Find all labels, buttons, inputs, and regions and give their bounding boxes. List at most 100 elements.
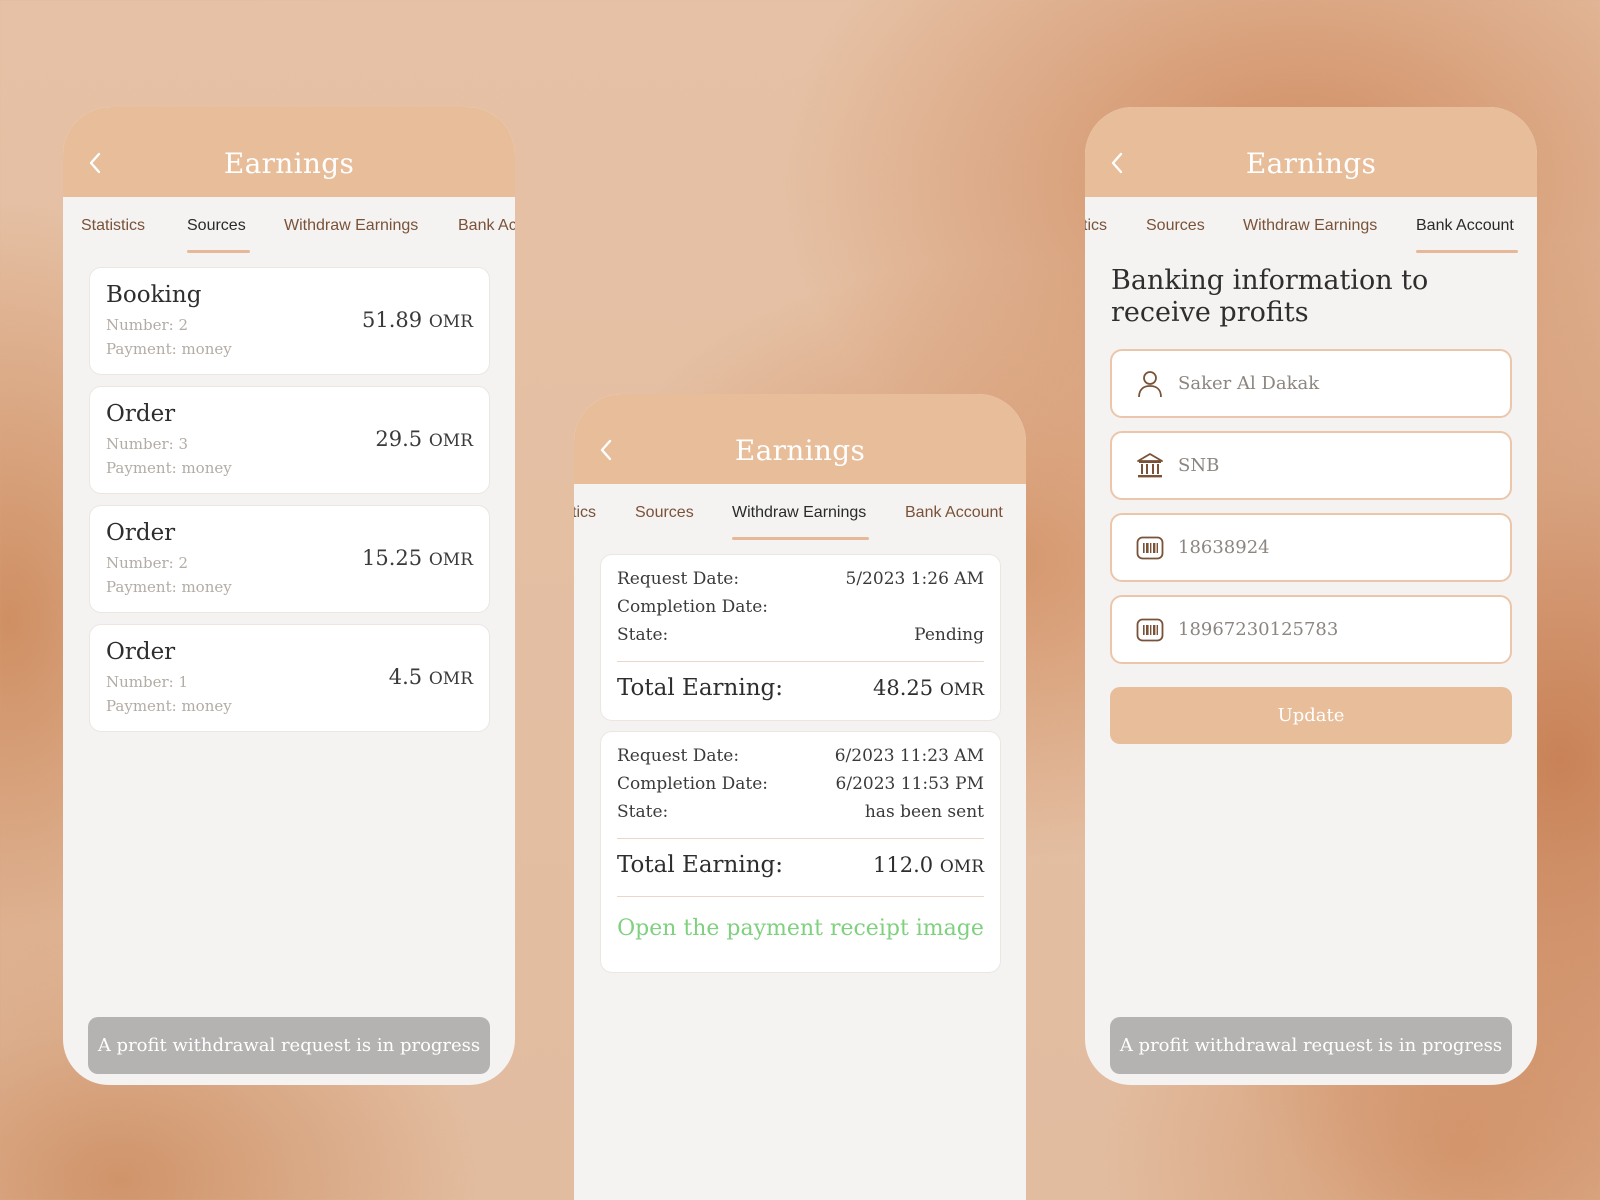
withdraw-request-card: Request Date: 5/2023 1:26 AM Completion … [600,554,1001,721]
app-header: Earnings [1085,107,1537,197]
source-number: Number: 2 [106,554,189,572]
source-amount: 29.5 OMR [375,427,473,451]
state-row: State: Pending [617,625,984,645]
account-holder-input[interactable] [1178,373,1478,394]
tab-statistics[interactable]: Statistics [81,217,145,235]
amount-value: 112.0 [873,853,934,877]
amount-value: 15.25 [362,546,423,570]
total-earning-amount: 48.25 OMR [873,676,984,700]
source-number: Number: 1 [106,673,189,691]
source-number: Number: 3 [106,435,189,453]
total-earning-row: Total Earning: 48.25 OMR [617,675,984,701]
source-amount: 51.89 OMR [362,308,473,332]
phone-sources-screen: Earnings Statistics Sources Withdraw Ear… [63,107,515,1085]
bank-building-icon [1136,452,1164,480]
tab-statistics[interactable]: tics [1085,217,1107,235]
total-earning-label: Total Earning: [617,852,783,878]
source-type: Order [106,639,176,665]
completion-date-row: Completion Date: [617,597,984,617]
state-value: Pending [914,625,984,645]
total-earning-amount: 112.0 OMR [873,853,984,877]
account-number-field[interactable] [1110,513,1512,582]
tab-withdraw-earnings[interactable]: Withdraw Earnings [284,217,418,235]
open-receipt-link[interactable]: Open the payment receipt image [601,916,1000,941]
amount-currency: OMR [939,680,984,700]
page-title: Earnings [1245,147,1377,180]
tab-sources[interactable]: Sources [635,504,694,522]
request-date-label: Request Date: [617,569,740,589]
list-item[interactable]: Order Number: 1 Payment: money 4.5 OMR [89,624,490,732]
bank-info-heading: Banking information to receive profits [1111,265,1429,328]
source-type: Booking [106,282,202,308]
amount-value: 48.25 [873,676,934,700]
tab-withdraw-earnings[interactable]: Withdraw Earnings [1243,217,1377,235]
active-tab-indicator [1416,250,1518,253]
amount-currency: OMR [939,857,984,877]
total-earning-label: Total Earning: [617,675,783,701]
state-label: State: [617,802,669,822]
divider [617,838,984,839]
total-earning-row: Total Earning: 112.0 OMR [617,852,984,878]
user-icon [1136,370,1164,398]
tab-bar: tics Sources Withdraw Earnings Bank Acco… [1085,197,1537,255]
list-item[interactable]: Order Number: 2 Payment: money 15.25 OMR [89,505,490,613]
amount-currency: OMR [428,550,473,570]
update-button[interactable]: Update [1110,687,1512,744]
account-number-input[interactable] [1178,537,1478,558]
barcode-card-icon [1136,534,1164,562]
page-title: Earnings [734,434,866,467]
active-tab-indicator [187,250,250,253]
tab-bank-account[interactable]: Bank Ac [458,217,515,235]
completion-date-label: Completion Date: [617,774,768,794]
source-payment: Payment: money [106,459,232,477]
source-payment: Payment: money [106,578,232,596]
source-amount: 15.25 OMR [362,546,473,570]
source-amount: 4.5 OMR [389,665,473,689]
tab-withdraw-earnings[interactable]: Withdraw Earnings [732,504,866,522]
completion-date-label: Completion Date: [617,597,768,617]
withdrawal-in-progress-button[interactable]: A profit withdrawal request is in progre… [88,1017,490,1074]
state-row: State: has been sent [617,802,984,822]
withdrawal-in-progress-button[interactable]: A profit withdrawal request is in progre… [1110,1017,1512,1074]
request-date-label: Request Date: [617,746,740,766]
tab-sources[interactable]: Sources [1146,217,1205,235]
list-item[interactable]: Booking Number: 2 Payment: money 51.89 O… [89,267,490,375]
tab-bank-account[interactable]: Bank Account [905,504,1003,522]
active-tab-indicator [732,537,869,540]
barcode-card-icon [1136,616,1164,644]
list-item[interactable]: Order Number: 3 Payment: money 29.5 OMR [89,386,490,494]
source-type: Order [106,520,176,546]
tab-bank-account[interactable]: Bank Account [1416,217,1514,235]
app-header: Earnings [63,107,515,197]
request-date-value: 6/2023 11:23 AM [834,746,984,766]
tab-bar: tics Sources Withdraw Earnings Bank Acco… [574,484,1026,542]
amount-value: 51.89 [362,308,423,332]
source-type: Order [106,401,176,427]
iban-input[interactable] [1178,619,1478,640]
source-payment: Payment: money [106,697,232,715]
account-holder-field[interactable] [1110,349,1512,418]
amount-currency: OMR [428,669,473,689]
iban-field[interactable] [1110,595,1512,664]
page-title: Earnings [223,147,355,180]
request-date-value: 5/2023 1:26 AM [845,569,984,589]
phone-bank-screen: Earnings tics Sources Withdraw Earnings … [1085,107,1537,1085]
app-header: Earnings [574,394,1026,484]
tab-sources[interactable]: Sources [187,217,246,235]
withdraw-request-card: Request Date: 6/2023 11:23 AM Completion… [600,731,1001,973]
amount-currency: OMR [428,431,473,451]
completion-date-value: 6/2023 11:53 PM [835,774,984,794]
bank-name-field[interactable] [1110,431,1512,500]
completion-date-row: Completion Date: 6/2023 11:53 PM [617,774,984,794]
state-label: State: [617,625,669,645]
bank-name-input[interactable] [1178,455,1478,476]
state-value: has been sent [864,802,984,822]
tab-bar: Statistics Sources Withdraw Earnings Ban… [63,197,515,255]
tab-statistics[interactable]: tics [574,504,596,522]
divider [617,661,984,662]
request-date-row: Request Date: 5/2023 1:26 AM [617,569,984,589]
amount-currency: OMR [428,312,473,332]
phone-withdraw-screen: Earnings tics Sources Withdraw Earnings … [574,394,1026,1200]
source-number: Number: 2 [106,316,189,334]
source-payment: Payment: money [106,340,232,358]
